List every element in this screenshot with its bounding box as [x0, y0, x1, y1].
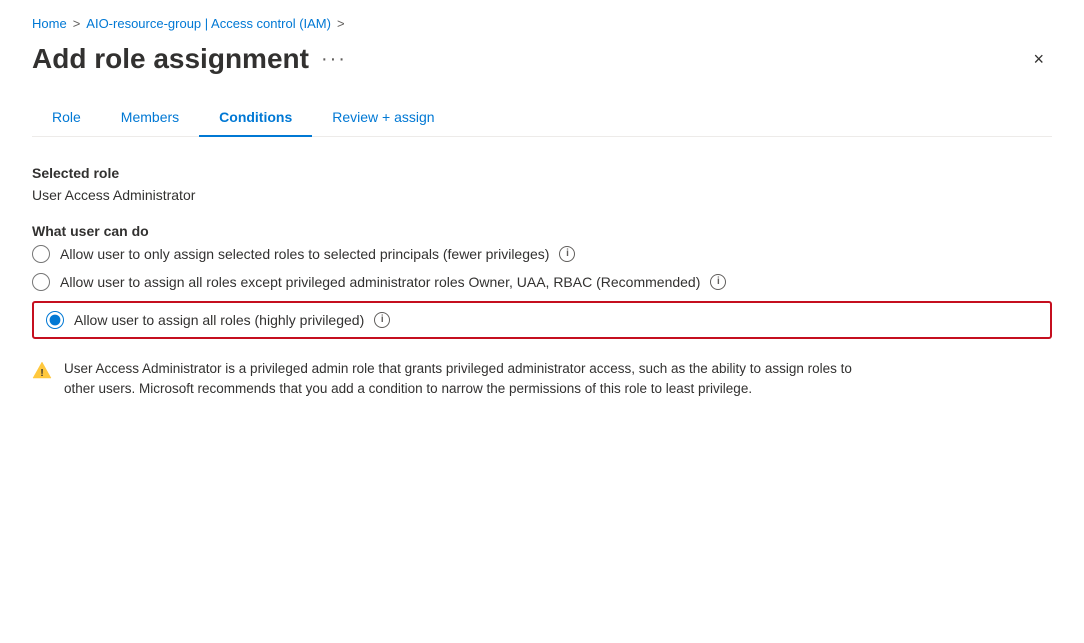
what-user-can-do-section: What user can do Allow user to only assi… — [32, 223, 1052, 339]
radio-input-2[interactable] — [32, 273, 50, 291]
more-options-button[interactable]: ··· — [321, 48, 347, 71]
breadcrumb-sep2: > — [337, 16, 345, 31]
radio-group: Allow user to only assign selected roles… — [32, 245, 1052, 339]
selected-role-label: Selected role — [32, 165, 1052, 181]
radio-label-2[interactable]: Allow user to assign all roles except pr… — [60, 274, 700, 290]
radio-input-1[interactable] — [32, 245, 50, 263]
tab-review[interactable]: Review + assign — [312, 99, 454, 137]
radio-option-1: Allow user to only assign selected roles… — [32, 245, 1052, 263]
tabs-nav: Role Members Conditions Review + assign — [32, 99, 1052, 137]
breadcrumb-resource[interactable]: AIO-resource-group | Access control (IAM… — [86, 16, 331, 31]
breadcrumb-sep1: > — [73, 16, 81, 31]
radio-input-3[interactable] — [46, 311, 64, 329]
radio-option-2: Allow user to assign all roles except pr… — [32, 273, 1052, 291]
selected-role-value: User Access Administrator — [32, 187, 1052, 203]
warning-icon: ! — [32, 360, 52, 380]
tab-conditions[interactable]: Conditions — [199, 99, 312, 137]
page-title-row: Add role assignment ··· × — [32, 43, 1052, 75]
radio-label-1[interactable]: Allow user to only assign selected roles… — [60, 246, 549, 262]
selected-role-section: Selected role User Access Administrator — [32, 165, 1052, 203]
radio-label-3[interactable]: Allow user to assign all roles (highly p… — [74, 312, 364, 328]
info-icon-3[interactable]: i — [374, 312, 390, 328]
svg-text:!: ! — [40, 368, 43, 379]
warning-text: User Access Administrator is a privilege… — [64, 359, 882, 400]
page-title: Add role assignment — [32, 43, 309, 75]
warning-box: ! User Access Administrator is a privile… — [32, 359, 882, 400]
close-button[interactable]: × — [1025, 46, 1052, 72]
what-user-can-do-label: What user can do — [32, 223, 1052, 239]
page-title-left: Add role assignment ··· — [32, 43, 347, 75]
info-icon-1[interactable]: i — [559, 246, 575, 262]
add-role-assignment-panel: Home > AIO-resource-group | Access contr… — [0, 0, 1084, 643]
tab-role[interactable]: Role — [32, 99, 101, 137]
tab-members[interactable]: Members — [101, 99, 199, 137]
breadcrumb-home[interactable]: Home — [32, 16, 67, 31]
info-icon-2[interactable]: i — [710, 274, 726, 290]
radio-option-3-highlight: Allow user to assign all roles (highly p… — [32, 301, 1052, 339]
breadcrumb: Home > AIO-resource-group | Access contr… — [32, 16, 1052, 31]
